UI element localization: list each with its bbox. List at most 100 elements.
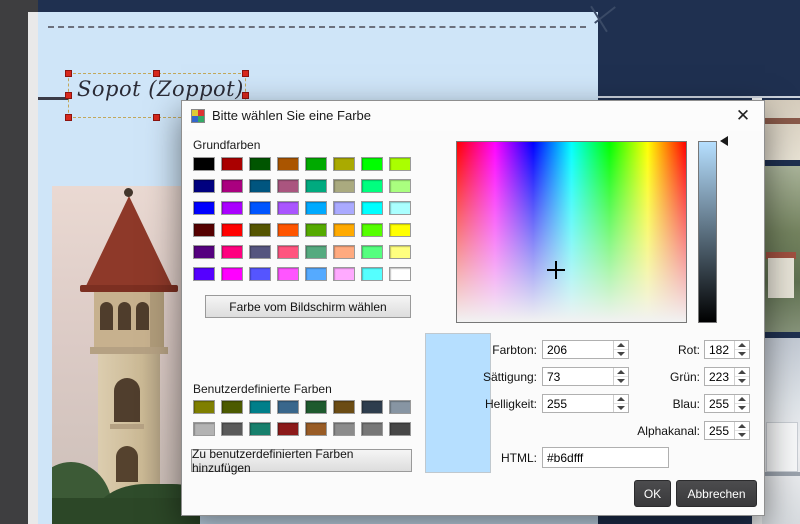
right-photo-middle[interactable] — [762, 166, 800, 332]
color-swatch[interactable] — [249, 245, 271, 259]
pick-screen-color-button[interactable]: Farbe vom Bildschirm wählen — [205, 295, 411, 318]
color-swatch[interactable] — [277, 223, 299, 237]
color-swatch[interactable] — [277, 400, 299, 414]
color-swatch[interactable] — [193, 245, 215, 259]
color-swatch[interactable] — [221, 245, 243, 259]
spin-buttons[interactable] — [734, 422, 749, 439]
color-swatch[interactable] — [361, 422, 383, 436]
color-swatch[interactable] — [389, 201, 411, 215]
color-swatch[interactable] — [221, 267, 243, 281]
color-swatch[interactable] — [305, 267, 327, 281]
color-swatch[interactable] — [249, 201, 271, 215]
color-swatch[interactable] — [389, 157, 411, 171]
color-swatch[interactable] — [305, 245, 327, 259]
color-swatch[interactable] — [361, 267, 383, 281]
dialog-titlebar[interactable]: Bitte wählen Sie eine Farbe ✕ — [182, 101, 764, 131]
color-swatch[interactable] — [389, 267, 411, 281]
right-photo-bottom[interactable] — [762, 338, 800, 524]
color-swatch[interactable] — [389, 422, 411, 436]
spin-buttons[interactable] — [734, 368, 749, 385]
color-swatch[interactable] — [193, 157, 215, 171]
value-slider[interactable] — [698, 141, 717, 323]
color-swatch[interactable] — [361, 400, 383, 414]
page-text[interactable]: Sopot (Zoppot) — [77, 77, 244, 101]
color-swatch[interactable] — [277, 422, 299, 436]
add-custom-color-button[interactable]: Zu benutzerdefinierten Farben hinzufügen — [191, 449, 412, 472]
color-swatch[interactable] — [193, 422, 215, 436]
color-swatch[interactable] — [249, 223, 271, 237]
color-swatch[interactable] — [277, 267, 299, 281]
spin-down-icon[interactable] — [735, 377, 749, 385]
resize-handle[interactable] — [65, 114, 72, 121]
tower-photo[interactable] — [52, 186, 200, 524]
color-swatch[interactable] — [249, 400, 271, 414]
resize-handle[interactable] — [65, 70, 72, 77]
spin-up-icon[interactable] — [735, 395, 749, 404]
spin-up-icon[interactable] — [735, 341, 749, 350]
spin-buttons[interactable] — [734, 341, 749, 358]
color-swatch[interactable] — [221, 422, 243, 436]
color-swatch[interactable] — [361, 245, 383, 259]
color-swatch[interactable] — [361, 179, 383, 193]
resize-handle[interactable] — [153, 114, 160, 121]
color-swatch[interactable] — [277, 179, 299, 193]
color-swatch[interactable] — [221, 201, 243, 215]
hue-saturation-picker[interactable] — [456, 141, 687, 323]
right-photo-top[interactable] — [762, 100, 800, 160]
color-swatch[interactable] — [333, 201, 355, 215]
color-swatch[interactable] — [193, 201, 215, 215]
spin-buttons[interactable] — [734, 395, 749, 412]
color-swatch[interactable] — [193, 267, 215, 281]
color-swatch[interactable] — [277, 157, 299, 171]
color-swatch[interactable] — [249, 179, 271, 193]
color-swatch[interactable] — [221, 400, 243, 414]
color-swatch[interactable] — [333, 223, 355, 237]
spin-up-icon[interactable] — [735, 368, 749, 377]
spin-down-icon[interactable] — [735, 350, 749, 358]
color-swatch[interactable] — [249, 157, 271, 171]
color-swatch[interactable] — [249, 267, 271, 281]
color-swatch[interactable] — [305, 422, 327, 436]
resize-handle[interactable] — [65, 92, 72, 99]
color-swatch[interactable] — [249, 422, 271, 436]
html-color-input[interactable] — [542, 447, 669, 468]
color-swatch[interactable] — [389, 245, 411, 259]
color-swatch[interactable] — [361, 201, 383, 215]
resize-handle[interactable] — [153, 70, 160, 77]
color-swatch[interactable] — [333, 422, 355, 436]
color-swatch[interactable] — [361, 157, 383, 171]
color-swatch[interactable] — [305, 157, 327, 171]
color-swatch[interactable] — [361, 223, 383, 237]
spin-down-icon[interactable] — [735, 431, 749, 439]
blue-spinbox[interactable]: 255 — [704, 394, 750, 413]
alpha-spinbox[interactable]: 255 — [704, 421, 750, 440]
color-swatch[interactable] — [277, 201, 299, 215]
color-swatch[interactable] — [305, 223, 327, 237]
color-swatch[interactable] — [221, 157, 243, 171]
resize-handle[interactable] — [242, 70, 249, 77]
color-swatch[interactable] — [389, 400, 411, 414]
color-swatch[interactable] — [305, 179, 327, 193]
cancel-button[interactable]: Abbrechen — [676, 480, 757, 507]
color-swatch[interactable] — [221, 223, 243, 237]
color-swatch[interactable] — [333, 400, 355, 414]
color-swatch[interactable] — [221, 179, 243, 193]
color-swatch[interactable] — [277, 245, 299, 259]
red-spinbox[interactable]: 182 — [704, 340, 750, 359]
color-swatch[interactable] — [193, 223, 215, 237]
color-swatch[interactable] — [333, 267, 355, 281]
color-swatch[interactable] — [389, 179, 411, 193]
color-swatch[interactable] — [305, 201, 327, 215]
color-swatch[interactable] — [193, 179, 215, 193]
color-swatch[interactable] — [193, 400, 215, 414]
resize-handle[interactable] — [242, 92, 249, 99]
color-swatch[interactable] — [389, 223, 411, 237]
color-swatch[interactable] — [333, 157, 355, 171]
color-swatch[interactable] — [333, 179, 355, 193]
close-icon[interactable]: ✕ — [732, 105, 754, 127]
green-spinbox[interactable]: 223 — [704, 367, 750, 386]
spin-up-icon[interactable] — [735, 422, 749, 431]
color-swatch[interactable] — [305, 400, 327, 414]
spin-down-icon[interactable] — [735, 404, 749, 412]
color-swatch[interactable] — [333, 245, 355, 259]
